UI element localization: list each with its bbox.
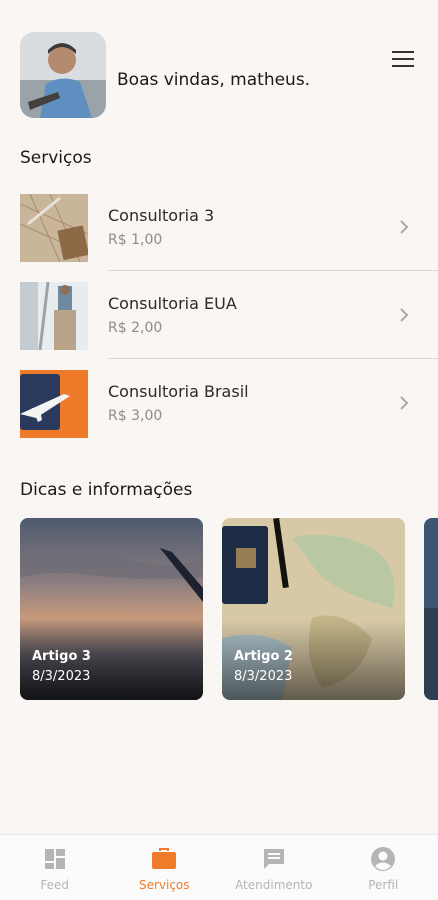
article-card[interactable]: Artigo 3 8/3/2023 (20, 518, 203, 700)
nav-item-support[interactable]: Atendimento (219, 835, 329, 900)
bottom-navigation: Feed Serviços Atendimento Perfil (0, 834, 438, 900)
avatar[interactable] (20, 32, 106, 118)
chevron-right-icon (400, 396, 409, 410)
nav-label: Feed (40, 878, 70, 892)
briefcase-icon (150, 845, 178, 873)
service-name: Consultoria 3 (108, 206, 215, 225)
nav-label: Perfil (368, 878, 399, 892)
chat-icon (260, 845, 288, 873)
service-price: R$ 3,00 (108, 408, 163, 424)
service-name: Consultoria EUA (108, 294, 237, 313)
service-name: Consultoria Brasil (108, 382, 249, 401)
nav-label: Serviços (138, 878, 190, 892)
tips-title: Dicas e informações (20, 480, 193, 500)
service-item[interactable]: Consultoria EUA R$ 2,00 (20, 282, 438, 370)
divider (108, 358, 438, 359)
chevron-right-icon (400, 308, 409, 322)
service-thumbnail (20, 194, 88, 262)
menu-button[interactable] (388, 46, 418, 72)
hamburger-menu-icon (392, 51, 414, 67)
account-icon (369, 845, 397, 873)
chevron-right-icon (400, 220, 409, 234)
nav-item-feed[interactable]: Feed (0, 835, 110, 900)
dashboard-icon (41, 845, 69, 873)
divider (108, 270, 438, 271)
welcome-text: Boas vindas, matheus. (117, 70, 311, 90)
services-list: Consultoria 3 R$ 1,00 Consultoria EUA R$… (20, 194, 438, 458)
article-card[interactable] (424, 518, 438, 700)
service-item[interactable]: Consultoria Brasil R$ 3,00 (20, 370, 438, 458)
services-title: Serviços (20, 148, 92, 168)
article-date: 8/3/2023 (32, 669, 91, 684)
nav-item-services[interactable]: Serviços (110, 835, 220, 900)
header: Boas vindas, matheus. (20, 32, 418, 120)
tips-carousel[interactable]: Artigo 3 8/3/2023 Artigo 2 8/3/2023 (20, 518, 438, 700)
service-thumbnail (20, 282, 88, 350)
service-price: R$ 2,00 (108, 320, 163, 336)
article-card[interactable]: Artigo 2 8/3/2023 (222, 518, 405, 700)
service-price: R$ 1,00 (108, 232, 163, 248)
nav-label: Atendimento (235, 878, 313, 892)
article-title: Artigo 2 (234, 649, 293, 664)
service-thumbnail (20, 370, 88, 438)
nav-item-profile[interactable]: Perfil (329, 835, 438, 900)
article-title: Artigo 3 (32, 649, 91, 664)
article-date: 8/3/2023 (234, 669, 293, 684)
service-item[interactable]: Consultoria 3 R$ 1,00 (20, 194, 438, 282)
